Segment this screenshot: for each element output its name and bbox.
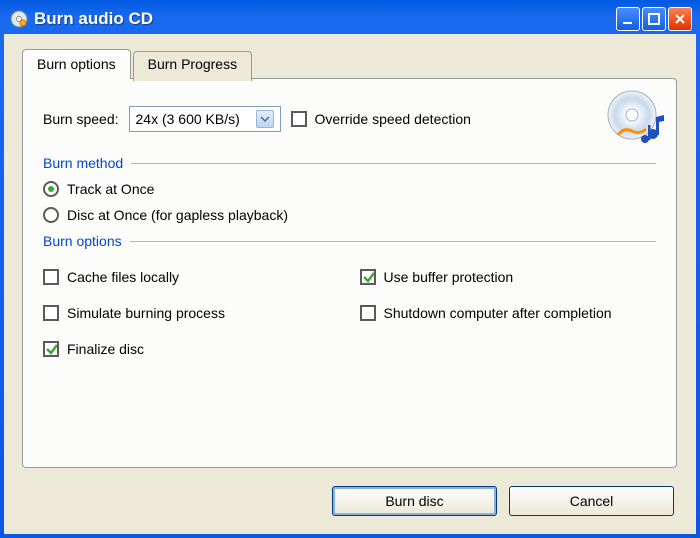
tab-burn-progress[interactable]: Burn Progress [133, 51, 252, 81]
tab-container: Burn options Burn Progress [22, 48, 678, 468]
section-burn-method: Burn method [43, 155, 656, 171]
radio-label: Track at Once [67, 181, 154, 197]
window-controls [616, 7, 692, 31]
radio-icon [43, 181, 59, 197]
checkbox-icon [43, 269, 59, 285]
checkbox-icon [43, 341, 59, 357]
checkbox-shutdown-after[interactable]: Shutdown computer after completion [360, 305, 657, 321]
close-button[interactable] [668, 7, 692, 31]
cancel-button[interactable]: Cancel [509, 486, 674, 516]
checkbox-simulate-burning[interactable]: Simulate burning process [43, 305, 340, 321]
burn-speed-select[interactable]: 24x (3 600 KB/s) [129, 106, 281, 132]
checkbox-label: Cache files locally [67, 269, 179, 285]
radio-label: Disc at Once (for gapless playback) [67, 207, 288, 223]
checkbox-icon [43, 305, 59, 321]
checkbox-cache-files[interactable]: Cache files locally [43, 269, 340, 285]
radio-track-at-once[interactable]: Track at Once [43, 181, 656, 197]
checkbox-label: Use buffer protection [384, 269, 514, 285]
checkbox-label: Simulate burning process [67, 305, 225, 321]
client-area: Burn options Burn Progress [4, 34, 696, 534]
disc-music-icon [606, 89, 664, 147]
radio-icon [43, 207, 59, 223]
burn-speed-label: Burn speed: [43, 111, 119, 127]
tab-panel-options: Burn speed: 24x (3 600 KB/s) Override sp… [22, 78, 677, 468]
burn-disc-button[interactable]: Burn disc [332, 486, 497, 516]
section-burn-options: Burn options [43, 233, 656, 249]
checkbox-buffer-protection[interactable]: Use buffer protection [360, 269, 657, 285]
radio-disc-at-once[interactable]: Disc at Once (for gapless playback) [43, 207, 656, 223]
window-title: Burn audio CD [34, 9, 153, 29]
chevron-down-icon [256, 110, 274, 128]
app-icon [10, 10, 28, 28]
maximize-button[interactable] [642, 7, 666, 31]
override-speed-label: Override speed detection [315, 111, 471, 127]
window-frame: Burn audio CD Burn options Burn Progress [0, 0, 700, 538]
burn-speed-value: 24x (3 600 KB/s) [136, 111, 240, 127]
override-speed-checkbox[interactable]: Override speed detection [291, 111, 471, 127]
titlebar[interactable]: Burn audio CD [4, 4, 696, 34]
tab-burn-options[interactable]: Burn options [22, 49, 131, 79]
checkbox-label: Finalize disc [67, 341, 144, 357]
checkbox-label: Shutdown computer after completion [384, 305, 612, 321]
minimize-button[interactable] [616, 7, 640, 31]
checkbox-icon [360, 269, 376, 285]
checkbox-icon [291, 111, 307, 127]
checkbox-finalize-disc[interactable]: Finalize disc [43, 341, 340, 357]
checkbox-icon [360, 305, 376, 321]
